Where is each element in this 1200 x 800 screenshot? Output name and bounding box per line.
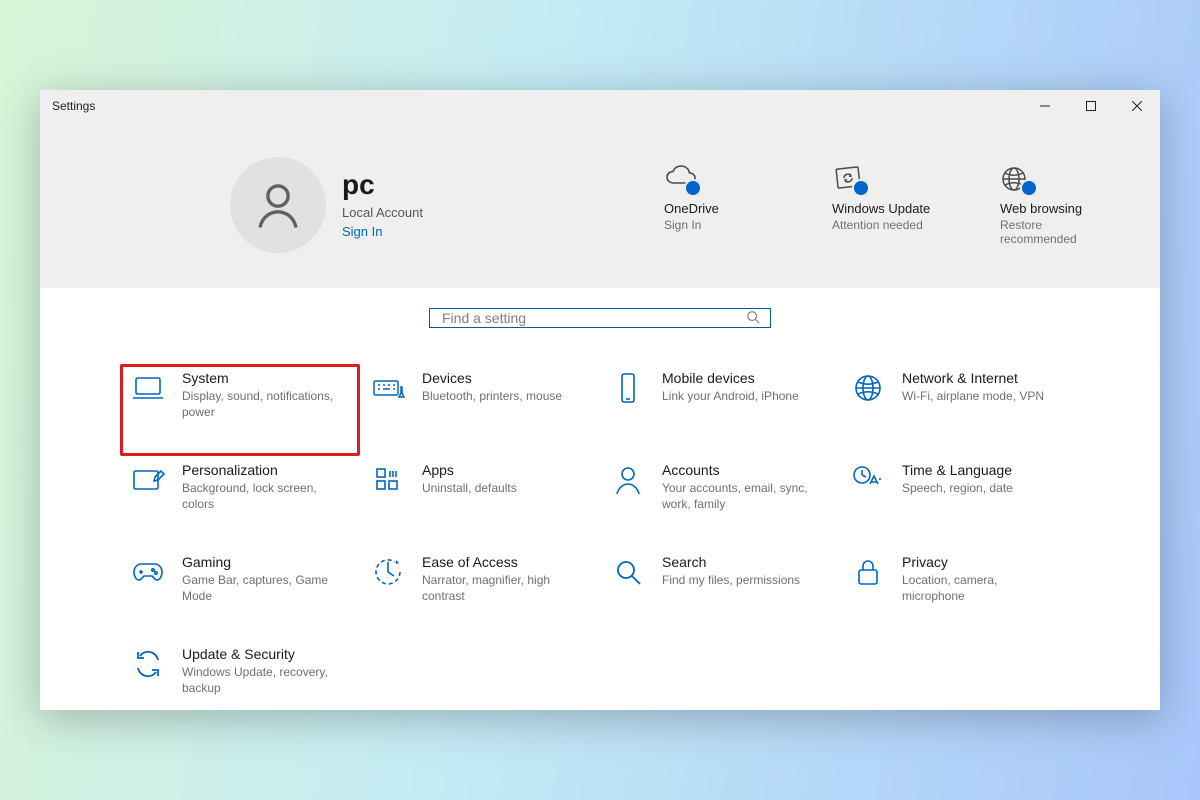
status-windows-update[interactable]: Windows Update Attention needed	[832, 165, 952, 246]
status-title: OneDrive	[664, 201, 719, 216]
category-desc: Find my files, permissions	[662, 572, 800, 588]
category-personalization[interactable]: Personalization Background, lock screen,…	[120, 456, 360, 548]
category-title: Devices	[422, 370, 562, 386]
category-network[interactable]: Network & Internet Wi-Fi, airplane mode,…	[840, 364, 1080, 456]
category-desc: Wi-Fi, airplane mode, VPN	[902, 388, 1044, 404]
category-title: Accounts	[662, 462, 822, 478]
sign-in-link[interactable]: Sign In	[342, 224, 423, 239]
accounts-icon	[610, 462, 646, 498]
category-desc: Display, sound, notifications, power	[182, 388, 342, 420]
personalization-icon	[130, 462, 166, 498]
status-dot	[1020, 179, 1038, 197]
search-input[interactable]	[440, 309, 738, 327]
categories-grid: System Display, sound, notifications, po…	[120, 364, 1080, 710]
category-title: System	[182, 370, 342, 386]
apps-icon	[370, 462, 406, 498]
category-system[interactable]: System Display, sound, notifications, po…	[120, 364, 360, 456]
status-dot	[852, 179, 870, 197]
category-title: Privacy	[902, 554, 1062, 570]
status-sub: Restore recommended	[1000, 218, 1120, 246]
phone-icon	[610, 370, 646, 406]
category-title: Update & Security	[182, 646, 342, 662]
status-onedrive[interactable]: OneDrive Sign In	[664, 165, 784, 246]
close-button[interactable]	[1114, 90, 1160, 122]
search-category-icon	[610, 554, 646, 590]
update-icon	[832, 165, 868, 195]
category-desc: Link your Android, iPhone	[662, 388, 799, 404]
category-title: Personalization	[182, 462, 342, 478]
search-icon	[746, 310, 760, 327]
category-mobile-devices[interactable]: Mobile devices Link your Android, iPhone	[600, 364, 840, 456]
category-title: Network & Internet	[902, 370, 1044, 386]
account-header: pc Local Account Sign In OneDrive Sign I…	[40, 122, 1160, 288]
category-privacy[interactable]: Privacy Location, camera, microphone	[840, 548, 1080, 640]
minimize-icon	[1040, 101, 1050, 111]
globe-icon	[1000, 165, 1036, 195]
status-sub: Attention needed	[832, 218, 923, 232]
account-type: Local Account	[342, 205, 423, 220]
category-desc: Your accounts, email, sync, work, family	[662, 480, 822, 512]
status-web-browsing[interactable]: Web browsing Restore recommended	[1000, 165, 1120, 246]
category-desc: Narrator, magnifier, high contrast	[422, 572, 582, 604]
category-devices[interactable]: Devices Bluetooth, printers, mouse	[360, 364, 600, 456]
cloud-icon	[664, 165, 700, 195]
content-area: System Display, sound, notifications, po…	[40, 288, 1160, 710]
category-update-security[interactable]: Update & Security Windows Update, recove…	[120, 640, 360, 710]
category-apps[interactable]: Apps Uninstall, defaults	[360, 456, 600, 548]
laptop-icon	[130, 370, 166, 406]
gaming-icon	[130, 554, 166, 590]
category-desc: Windows Update, recovery, backup	[182, 664, 342, 696]
status-dot	[684, 179, 702, 197]
category-desc: Bluetooth, printers, mouse	[422, 388, 562, 404]
category-title: Time & Language	[902, 462, 1013, 478]
keyboard-icon	[370, 370, 406, 406]
user-block: pc Local Account Sign In	[342, 171, 423, 239]
category-desc: Location, camera, microphone	[902, 572, 1062, 604]
category-desc: Speech, region, date	[902, 480, 1013, 496]
status-title: Web browsing	[1000, 201, 1082, 216]
minimize-button[interactable]	[1022, 90, 1068, 122]
status-sub: Sign In	[664, 218, 701, 232]
window-title: Settings	[52, 99, 95, 113]
status-title: Windows Update	[832, 201, 930, 216]
window-controls	[1022, 90, 1160, 122]
maximize-button[interactable]	[1068, 90, 1114, 122]
category-desc: Game Bar, captures, Game Mode	[182, 572, 342, 604]
time-language-icon	[850, 462, 886, 498]
update-security-icon	[130, 646, 166, 682]
category-desc: Background, lock screen, colors	[182, 480, 342, 512]
username: pc	[342, 171, 423, 199]
privacy-icon	[850, 554, 886, 590]
person-icon	[251, 178, 305, 232]
search-box[interactable]	[429, 308, 771, 328]
titlebar: Settings	[40, 90, 1160, 122]
category-search[interactable]: Search Find my files, permissions	[600, 548, 840, 640]
maximize-icon	[1086, 101, 1096, 111]
category-title: Mobile devices	[662, 370, 799, 386]
category-title: Ease of Access	[422, 554, 582, 570]
avatar[interactable]	[230, 157, 326, 253]
category-title: Search	[662, 554, 800, 570]
category-desc: Uninstall, defaults	[422, 480, 517, 496]
close-icon	[1132, 101, 1142, 111]
settings-window: Settings pc Local Account Sign In	[40, 90, 1160, 710]
category-accounts[interactable]: Accounts Your accounts, email, sync, wor…	[600, 456, 840, 548]
category-gaming[interactable]: Gaming Game Bar, captures, Game Mode	[120, 548, 360, 640]
category-title: Gaming	[182, 554, 342, 570]
category-ease-of-access[interactable]: Ease of Access Narrator, magnifier, high…	[360, 548, 600, 640]
ease-of-access-icon	[370, 554, 406, 590]
header-status-items: OneDrive Sign In Windows Update Attentio…	[664, 165, 1120, 246]
category-title: Apps	[422, 462, 517, 478]
category-time-language[interactable]: Time & Language Speech, region, date	[840, 456, 1080, 548]
network-globe-icon	[850, 370, 886, 406]
